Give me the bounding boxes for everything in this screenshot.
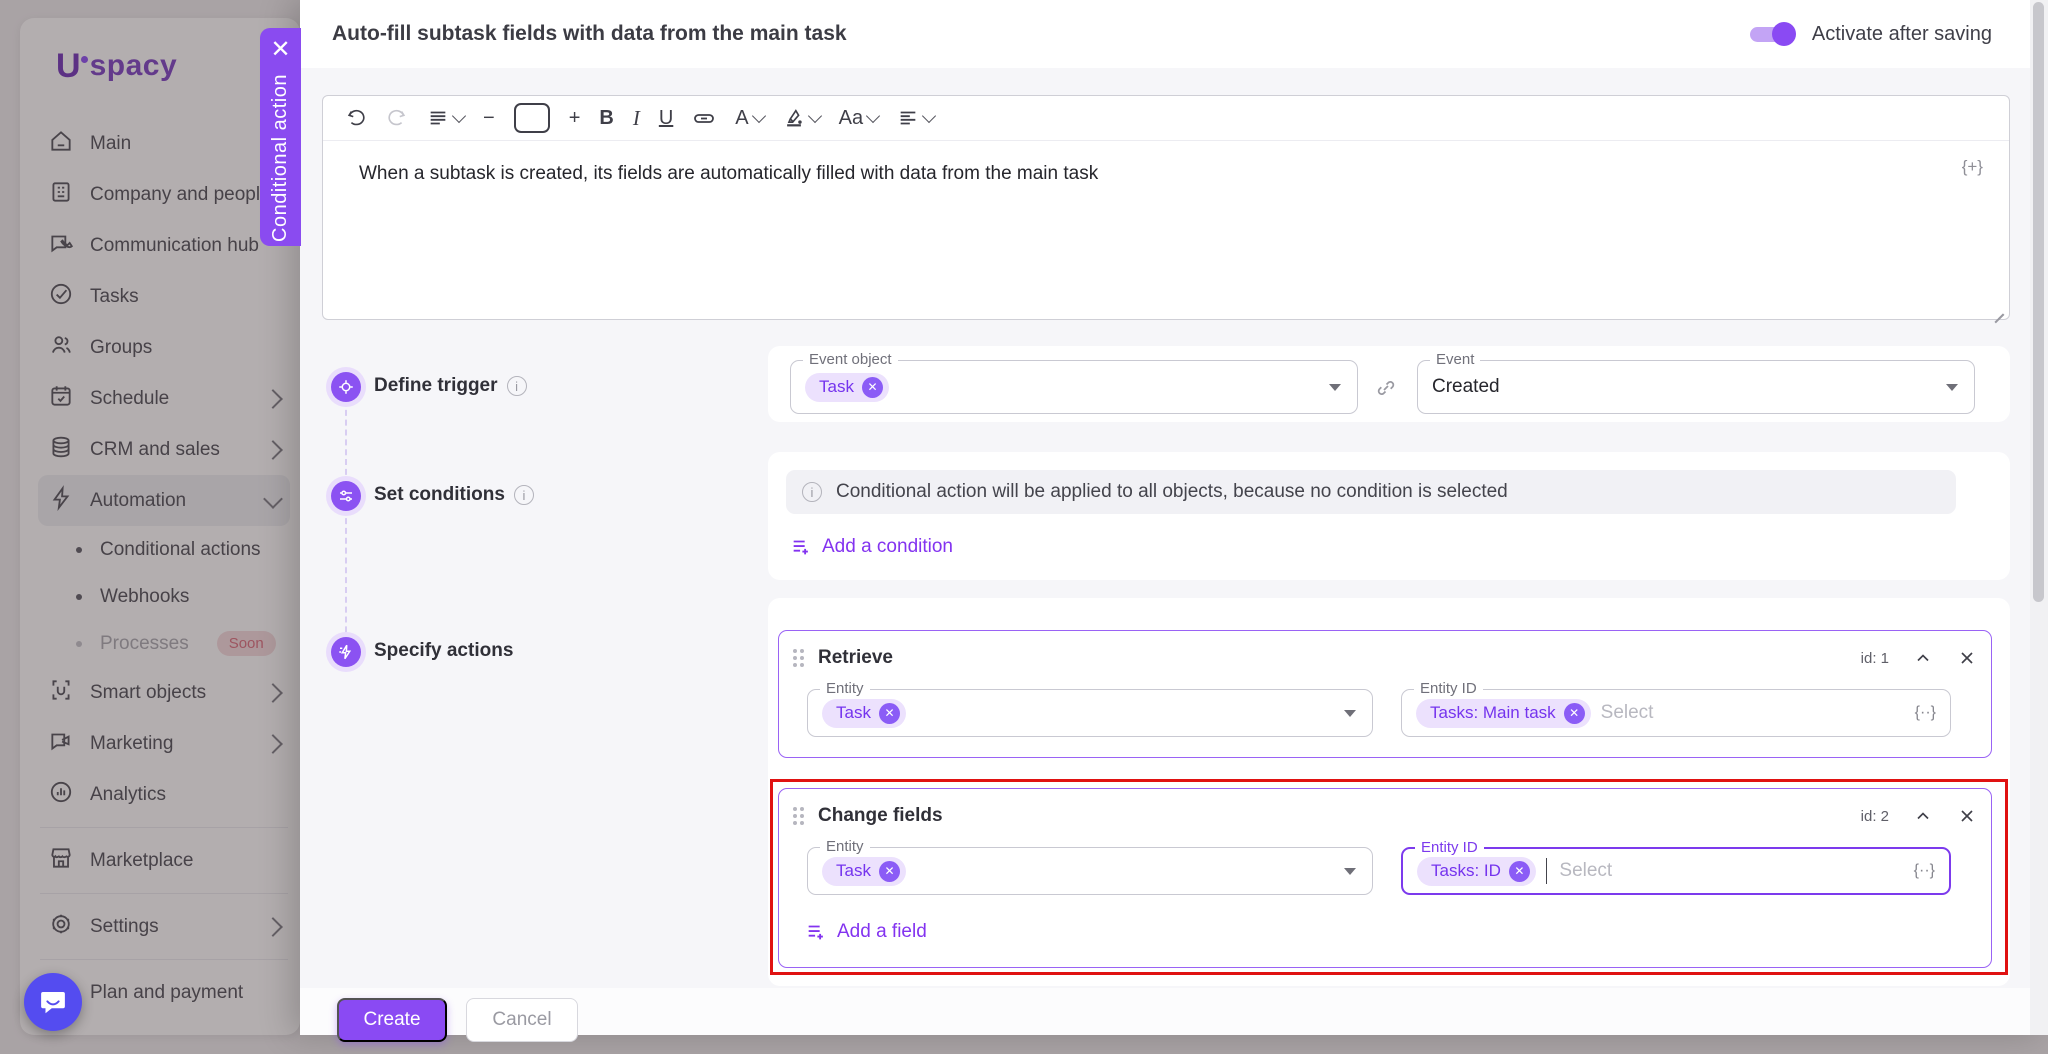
redo-button[interactable] [386,107,408,129]
event-value: Created [1432,376,1500,398]
chevron-down-icon [866,108,880,122]
specify-actions-label: Specify actions [374,640,513,662]
entity-chip: Task ✕ [822,699,906,728]
chevron-down-icon [452,108,466,122]
scrollbar-thumb[interactable] [2033,2,2044,602]
increase-font-size-button[interactable]: + [569,107,581,130]
remove-chip-icon[interactable]: ✕ [1564,703,1585,724]
action-title: Change fields [818,805,943,827]
action-title: Retrieve [818,647,893,669]
close-icon[interactable]: ✕ [270,38,290,62]
drawer-header: Auto-fill subtask fields with data from … [300,0,2030,68]
underline-button[interactable]: U [659,107,673,130]
toggle-label: Activate after saving [1812,23,1992,46]
chevron-down-icon [808,108,822,122]
cancel-button[interactable]: Cancel [466,998,578,1042]
editor-content[interactable]: When a subtask is created, its fields ar… [359,163,1098,185]
entity-id-chip: Tasks: Main task ✕ [1416,699,1591,728]
app-root: U spacy Main Company and people Communic… [0,0,2048,1054]
info-icon[interactable]: i [514,485,534,505]
define-trigger-step-icon [326,367,366,407]
dropdown-arrow-icon[interactable] [1329,384,1341,391]
field-label: Entity ID [1415,839,1484,856]
editor-toolbar: − + B I U A Aa [323,96,2009,141]
info-icon: i [802,482,822,502]
collapse-chevron-up-icon[interactable] [1913,648,1933,668]
add-field-button[interactable]: Add a field [805,921,927,943]
dropdown-arrow-icon[interactable] [1946,384,1958,391]
entity-id-input[interactable] [1557,859,1893,883]
highlight-color-button[interactable] [783,107,820,129]
scrollbar[interactable] [2030,0,2048,1035]
text-align-button[interactable] [897,107,934,129]
decrease-font-size-button[interactable]: − [483,107,495,130]
retrieve-entity-id-field[interactable]: Entity ID Tasks: Main task ✕ Select {··} [1401,689,1951,737]
insert-variable-button[interactable]: {+} [1962,157,1983,177]
add-condition-button[interactable]: Add a condition [790,536,953,558]
chat-launcher-button[interactable] [24,973,82,1031]
insert-variable-button[interactable]: {··} [1915,704,1936,722]
line-spacing-button[interactable] [427,107,464,129]
text-case-button[interactable]: Aa [839,107,878,130]
info-icon[interactable]: i [507,376,527,396]
remove-chip-icon[interactable]: ✕ [879,861,900,882]
chat-bubble-icon [38,987,68,1017]
link-fields-icon [1374,376,1398,405]
bold-button[interactable]: B [599,107,613,130]
field-label: Event object [803,351,898,368]
specify-actions-step-icon [326,632,366,672]
set-conditions-step-icon [326,476,366,516]
field-label: Entity [820,680,870,697]
text-caret [1546,858,1548,884]
action-id-label: id: 2 [1861,808,1889,825]
event-field[interactable]: Event Created [1417,360,1975,414]
drag-handle[interactable] [793,807,804,825]
set-conditions-label: Set conditionsi [374,484,534,506]
text-color-button[interactable]: A [735,107,763,130]
entity-id-chip: Tasks: ID ✕ [1417,857,1536,886]
chevron-down-icon [752,108,766,122]
action-card-change-fields: Change fields id: 2 Entity Task ✕ Entity… [778,788,1992,968]
dropdown-arrow-icon[interactable] [1344,868,1356,875]
drawer-footer: Create Cancel [300,988,2030,1035]
remove-action-icon[interactable] [1957,648,1977,668]
activate-after-saving-toggle[interactable] [1750,24,1796,44]
conditional-action-tab[interactable]: ✕ Conditional action [260,28,301,246]
chevron-down-icon [922,108,936,122]
insert-variable-button[interactable]: {··} [1914,862,1935,880]
remove-chip-icon[interactable]: ✕ [1509,861,1530,882]
change-fields-entity-field[interactable]: Entity Task ✕ [807,847,1373,895]
remove-action-icon[interactable] [1957,806,1977,826]
field-label: Entity ID [1414,680,1483,697]
action-id-label: id: 1 [1861,650,1889,667]
change-fields-entity-id-field[interactable]: Entity ID Tasks: ID ✕ {··} [1401,847,1951,895]
tab-label: Conditional action [269,74,292,242]
font-size-box[interactable] [514,103,550,133]
dropdown-arrow-icon[interactable] [1344,710,1356,717]
drag-handle[interactable] [793,649,804,667]
create-button[interactable]: Create [337,998,447,1042]
select-placeholder[interactable]: Select [1601,702,1654,724]
action-card-retrieve: Retrieve id: 1 Entity Task ✕ Entity ID T… [778,630,1992,758]
event-object-chip: Task ✕ [805,373,889,402]
conditions-info-text: Conditional action will be applied to al… [836,481,1508,503]
insert-link-button[interactable] [692,106,716,130]
entity-chip: Task ✕ [822,857,906,886]
italic-button[interactable]: I [633,106,640,131]
field-label: Entity [820,838,870,855]
retrieve-entity-field[interactable]: Entity Task ✕ [807,689,1373,737]
remove-chip-icon[interactable]: ✕ [879,703,900,724]
page-title: Auto-fill subtask fields with data from … [332,22,847,46]
field-label: Event [1430,351,1480,368]
conditions-info-alert: i Conditional action will be applied to … [786,470,1956,514]
remove-chip-icon[interactable]: ✕ [862,377,883,398]
event-object-field[interactable]: Event object Task ✕ [790,360,1358,414]
step-connector-line [345,400,347,652]
collapse-chevron-up-icon[interactable] [1913,806,1933,826]
undo-button[interactable] [345,107,367,129]
define-trigger-label: Define triggeri [374,375,527,397]
resize-grip[interactable] [1991,301,2005,315]
description-editor[interactable]: − + B I U A Aa When a subtask is created… [322,95,2010,320]
editor-body[interactable]: When a subtask is created, its fields ar… [323,141,2009,319]
